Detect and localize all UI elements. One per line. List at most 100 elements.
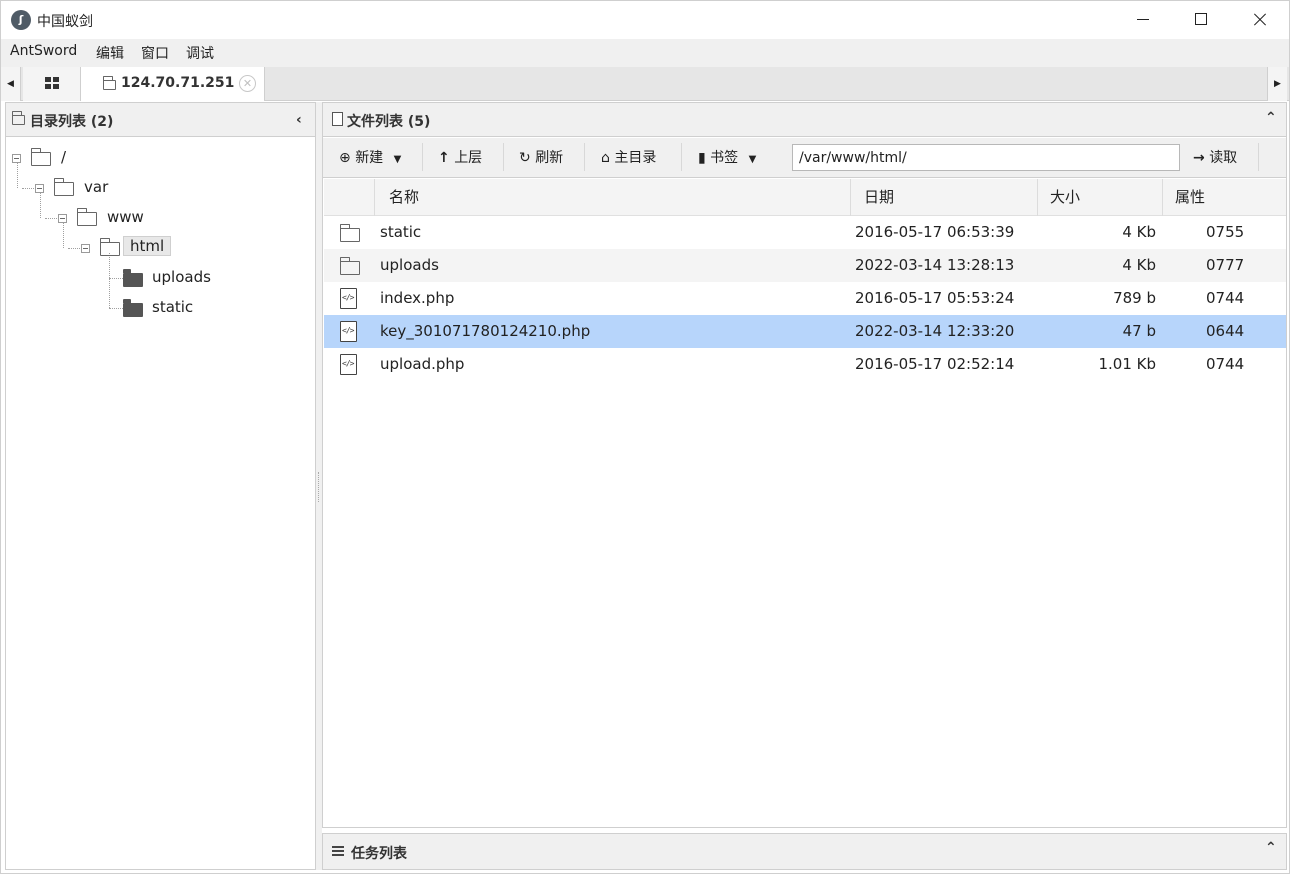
file-name: upload.php [380, 355, 465, 373]
file-perm: 0777 [1206, 256, 1245, 274]
folder-icon [339, 257, 360, 275]
read-path-button[interactable]: → 读取 [1193, 147, 1237, 167]
tree-label: www [107, 208, 144, 226]
file-date: 2022-03-14 12:33:20 [855, 322, 1015, 340]
menu-antsword[interactable]: AntSword [10, 43, 77, 59]
antsword-logo-icon: ʃ [11, 10, 31, 30]
file-size: 4 Kb [1122, 223, 1156, 241]
parent-dir-button[interactable]: ↑ 上层 [438, 147, 482, 167]
chevron-down-icon: ▼ [393, 154, 402, 165]
new-button[interactable]: ⊕ 新建 ▼ [339, 147, 401, 167]
title-bar: ʃ 中国蚁剑 [1, 1, 1289, 39]
expand-up-icon[interactable]: ⌃ [1265, 840, 1277, 856]
arrow-right-icon: → [1193, 150, 1205, 166]
column-header-date[interactable]: 日期 [850, 179, 1037, 216]
tree-label: / [61, 148, 67, 166]
minimize-button[interactable] [1114, 1, 1172, 39]
tab-close-icon[interactable]: ✕ [239, 75, 256, 92]
plus-circle-icon: ⊕ [339, 150, 351, 166]
file-row[interactable]: static 2016-05-17 06:53:39 4 Kb 0755 [324, 216, 1286, 249]
directory-panel-header: 目录列表 (2) ‹ [6, 103, 315, 137]
tree-node-www[interactable]: www [6, 205, 306, 229]
home-dir-button[interactable]: ⌂ 主目录 [601, 147, 656, 167]
menu-debug[interactable]: 调试 [186, 43, 214, 63]
chevron-down-icon: ▼ [748, 154, 757, 165]
tree-label: var [84, 178, 109, 196]
antsword-window: ʃ 中国蚁剑 AntSword 编辑 窗口 调试 ◀ 124.70.71.251… [0, 0, 1290, 874]
tab-home[interactable] [23, 67, 81, 101]
minimize-icon [1137, 19, 1149, 20]
file-name: index.php [380, 289, 455, 307]
tree-label: uploads [152, 268, 211, 286]
collapse-up-icon[interactable]: ⌃ [1265, 110, 1277, 126]
file-date: 2022-03-14 13:28:13 [855, 256, 1015, 274]
arrow-up-icon: ↑ [438, 150, 450, 166]
file-name: uploads [380, 256, 439, 274]
folder-icon [11, 111, 25, 125]
tree-node-static[interactable]: static [6, 295, 306, 319]
tree-node-root[interactable]: / [6, 145, 306, 169]
file-size: 789 b [1113, 289, 1156, 307]
file-row[interactable]: uploads 2022-03-14 13:28:13 4 Kb 0777 [324, 249, 1286, 282]
refresh-icon: ↻ [519, 150, 531, 166]
collapse-left-icon[interactable]: ‹ [296, 112, 302, 128]
directory-panel-title: 目录列表 (2) [30, 114, 114, 130]
folder-icon [123, 299, 143, 317]
close-window-button[interactable] [1230, 1, 1288, 39]
file-perm: 0755 [1206, 223, 1245, 241]
refresh-button[interactable]: ↻ 刷新 [519, 147, 563, 167]
tab-shell-session[interactable]: 124.70.71.251 ✕ [81, 67, 265, 101]
tree-node-html[interactable]: html [6, 235, 306, 259]
menu-bar: AntSword 编辑 窗口 调试 [1, 39, 1289, 67]
tree-node-uploads[interactable]: uploads [6, 265, 306, 289]
code-file-icon [340, 354, 357, 375]
file-perm: 0744 [1206, 355, 1245, 373]
home-icon: ⌂ [601, 150, 610, 166]
tree-label-selected: html [123, 236, 172, 256]
code-file-icon [340, 288, 357, 309]
tree-node-var[interactable]: var [6, 175, 306, 199]
folder-icon [123, 269, 143, 287]
file-perm: 0744 [1206, 289, 1245, 307]
tab-label: 124.70.71.251 [121, 75, 235, 91]
file-date: 2016-05-17 06:53:39 [855, 223, 1015, 241]
maximize-icon [1195, 13, 1207, 25]
file-date: 2016-05-17 02:52:14 [855, 355, 1015, 373]
window-title: 中国蚁剑 [37, 14, 93, 30]
tree-collapse-toggle[interactable] [81, 244, 90, 253]
tree-collapse-toggle[interactable] [35, 184, 44, 193]
tree-label: static [152, 298, 194, 316]
file-row[interactable]: upload.php 2016-05-17 02:52:14 1.01 Kb 0… [324, 348, 1286, 381]
file-name: static [380, 223, 422, 241]
tab-scroll-right-button[interactable]: ▶ [1267, 67, 1287, 101]
menu-window[interactable]: 窗口 [141, 43, 169, 63]
file-size: 4 Kb [1122, 256, 1156, 274]
task-panel-title: 任务列表 [351, 846, 407, 862]
tab-scroll-left-button[interactable]: ◀ [1, 67, 21, 101]
file-date: 2016-05-17 05:53:24 [855, 289, 1015, 307]
path-input[interactable] [792, 144, 1180, 171]
folder-icon [102, 76, 116, 90]
column-header-perm[interactable]: 属性 [1162, 179, 1286, 216]
file-size: 47 b [1122, 322, 1156, 340]
folder-icon [339, 224, 360, 242]
folder-icon [99, 238, 120, 256]
file-row-selected[interactable]: key_301071780124210.php 2022-03-14 12:33… [324, 315, 1286, 348]
code-file-icon [340, 321, 357, 342]
file-row[interactable]: index.php 2016-05-17 05:53:24 789 b 0744 [324, 282, 1286, 315]
file-toolbar: ⊕ 新建 ▼ ↑ 上层 ↻ 刷新 ⌂ 主目录 ▮ 书签 ▼ /var/www/h… [323, 138, 1286, 178]
maximize-button[interactable] [1172, 1, 1230, 39]
list-icon [332, 846, 344, 857]
menu-edit[interactable]: 编辑 [96, 43, 124, 63]
bookmark-icon: ▮ [698, 150, 706, 166]
tree-collapse-toggle[interactable] [58, 214, 67, 223]
folder-icon [76, 208, 97, 226]
file-panel-header: 文件列表 (5) ⌃ [323, 103, 1286, 137]
column-header-size[interactable]: 大小 [1037, 179, 1162, 216]
tab-bar: ◀ 124.70.71.251 ✕ ▶ [1, 67, 1289, 101]
file-panel: 文件列表 (5) ⌃ ⊕ 新建 ▼ ↑ 上层 ↻ 刷新 ⌂ 主目录 ▮ 书签 ▼… [322, 102, 1287, 828]
file-grid-header: 名称 日期 大小 属性 [324, 179, 1286, 216]
column-header-name[interactable]: 名称 [374, 179, 850, 216]
tree-collapse-toggle[interactable] [12, 154, 21, 163]
bookmark-button[interactable]: ▮ 书签 ▼ [698, 147, 756, 167]
